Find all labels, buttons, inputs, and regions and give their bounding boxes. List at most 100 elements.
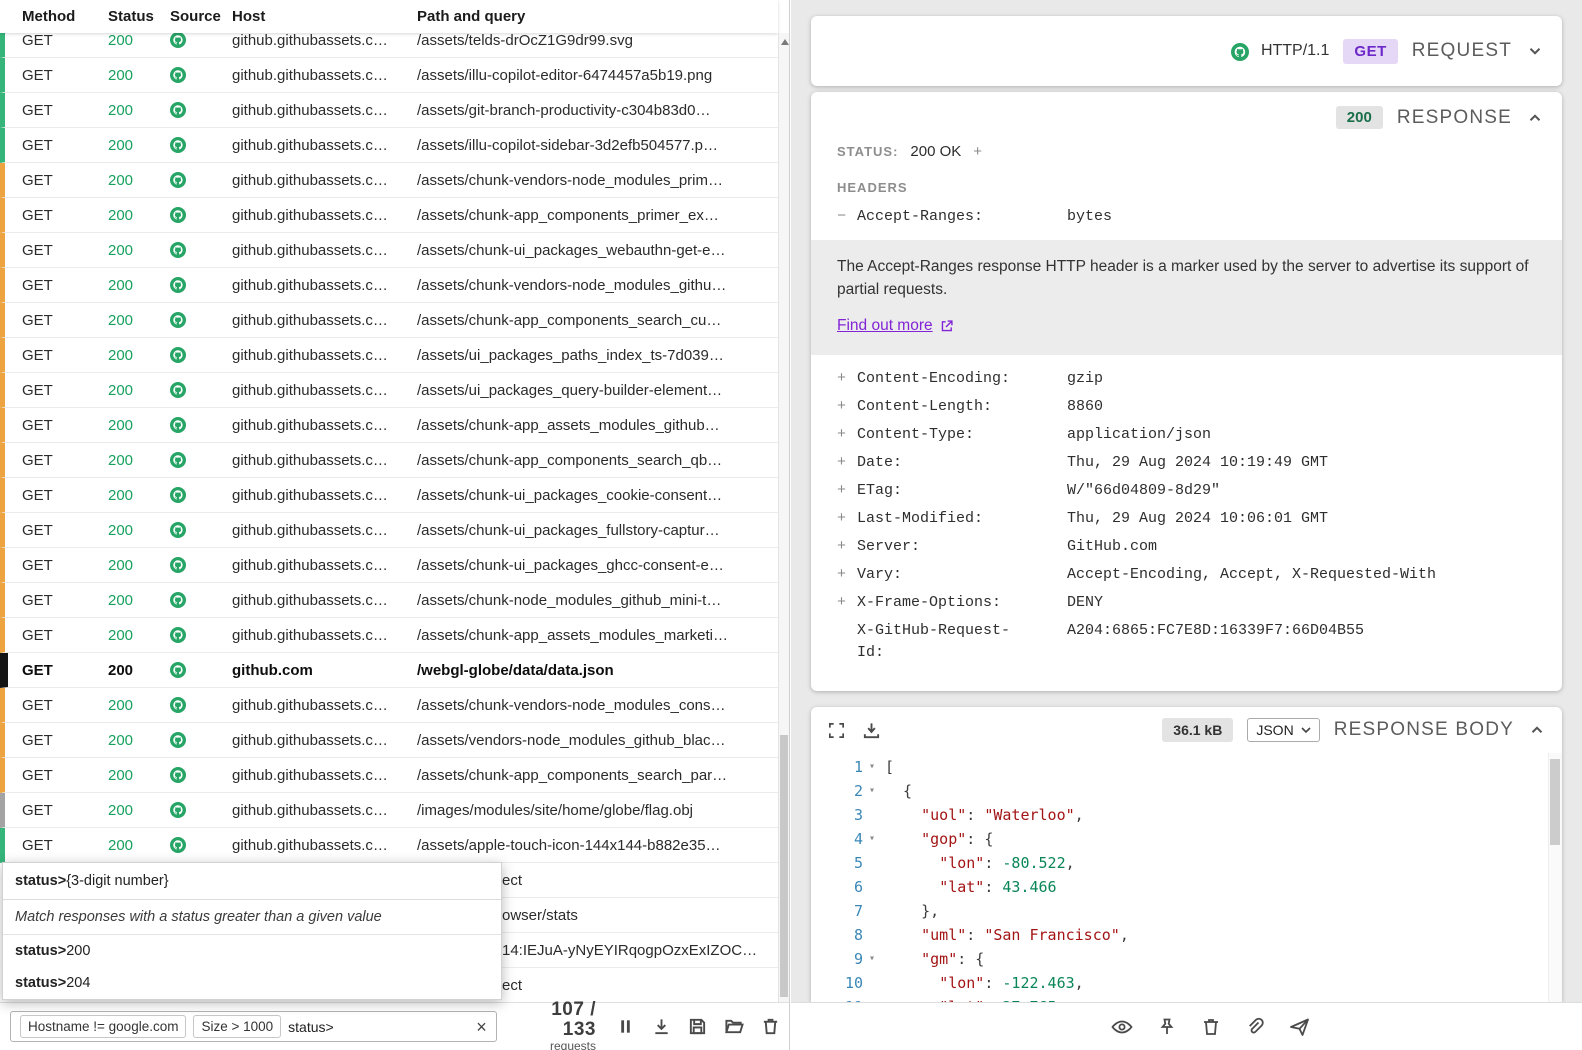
header-row[interactable]: + Content-Length: 8860 bbox=[811, 393, 1562, 421]
suggestion-template[interactable]: status>{3-digit number} bbox=[3, 863, 501, 900]
toolbar-icons bbox=[616, 1017, 780, 1036]
table-row[interactable]: GET 200 github.githubassets.c… /assets/chun… bbox=[0, 618, 778, 653]
scrollbar-thumb[interactable] bbox=[780, 735, 788, 997]
pin-icon[interactable] bbox=[1157, 1017, 1177, 1037]
table-row[interactable]: GET 200 github.githubassets.c… /assets/illu… bbox=[0, 128, 778, 163]
table-row[interactable]: GET 200 github.githubassets.c… /assets/chun… bbox=[0, 583, 778, 618]
table-row[interactable]: GET 200 github.githubassets.c… /images/modu… bbox=[0, 793, 778, 828]
header-row[interactable]: + X-Frame-Options: DENY bbox=[811, 589, 1562, 617]
row-host: github.githubassets.c… bbox=[232, 591, 388, 609]
header-toggle-icon[interactable]: + bbox=[837, 564, 857, 586]
row-method: GET bbox=[22, 766, 53, 784]
row-method: GET bbox=[22, 661, 53, 679]
chevron-up-icon[interactable] bbox=[1526, 109, 1544, 127]
attach-icon[interactable] bbox=[1245, 1017, 1265, 1037]
header-toggle-icon[interactable]: + bbox=[837, 452, 857, 474]
send-icon[interactable] bbox=[1289, 1017, 1310, 1037]
table-row[interactable]: GET 200 github.githubassets.c… /assets/illu… bbox=[0, 58, 778, 93]
header-row[interactable]: + Vary: Accept-Encoding, Accept, X-Request… bbox=[811, 561, 1562, 589]
table-row[interactable]: GET 200 github.githubassets.c… /assets/git-… bbox=[0, 93, 778, 128]
table-row[interactable]: GET 200 github.githubassets.c… /assets/chun… bbox=[0, 198, 778, 233]
table-row[interactable]: GET 200 github.githubassets.c… /assets/chun… bbox=[0, 478, 778, 513]
line-number[interactable]: 2 ▾ bbox=[811, 779, 885, 803]
response-card: 200 RESPONSE STATUS: 200 OK + HEADERS − A… bbox=[811, 92, 1562, 691]
delete-icon[interactable] bbox=[1201, 1017, 1221, 1037]
filter-chip[interactable]: Size > 1000 bbox=[193, 1015, 282, 1038]
chevron-down-icon[interactable] bbox=[1526, 42, 1544, 60]
line-number[interactable]: 9 ▾ bbox=[811, 947, 885, 971]
pause-icon[interactable] bbox=[616, 1017, 635, 1036]
table-row[interactable]: GET 200 github.githubassets.c… /assets/chun… bbox=[0, 163, 778, 198]
table-row[interactable]: GET 200 github.githubassets.c… /assets/vend… bbox=[0, 723, 778, 758]
header-row[interactable]: − Accept-Ranges: bytes bbox=[811, 203, 1562, 231]
table-row[interactable]: GET 200 github.com/webgl-globe/data/data.j… bbox=[0, 653, 778, 688]
header-toggle-icon[interactable]: + bbox=[837, 368, 857, 390]
table-row[interactable]: GET 200 github.githubassets.c… /assets/ui_p… bbox=[0, 338, 778, 373]
header-toggle-icon[interactable]: + bbox=[837, 424, 857, 446]
editor-scrollbar-thumb[interactable] bbox=[1550, 759, 1560, 845]
table-row[interactable]: GET 200 github.githubassets.c… /assets/chun… bbox=[0, 548, 778, 583]
header-row[interactable]: + Last-Modified: Thu, 29 Aug 2024 10:06:01… bbox=[811, 505, 1562, 533]
table-row[interactable]: GET 200 github.githubassets.c… /assets/chun… bbox=[0, 233, 778, 268]
header-toggle-icon[interactable]: − bbox=[837, 206, 857, 228]
table-row[interactable]: GET 200 github.githubassets.c… /assets/ui_p… bbox=[0, 373, 778, 408]
response-header[interactable]: 200 RESPONSE bbox=[811, 92, 1562, 139]
table-row[interactable]: GET 200 github.githubassets.c… /assets/chun… bbox=[0, 758, 778, 793]
header-toggle-icon[interactable]: + bbox=[837, 480, 857, 502]
code-line: "uol": "Waterloo", bbox=[921, 806, 1084, 824]
row-source-icon bbox=[170, 837, 232, 853]
table-row[interactable]: GET 200 github.githubassets.c… /assets/chun… bbox=[0, 513, 778, 548]
header-key: Content-Length: bbox=[857, 398, 993, 415]
header-row[interactable]: + Date: Thu, 29 Aug 2024 10:19:49 GMT bbox=[811, 449, 1562, 477]
line-number[interactable]: 1 ▾ bbox=[811, 755, 885, 779]
headers-label: HEADERS bbox=[837, 180, 908, 195]
code-line: "gop": { bbox=[921, 830, 994, 848]
header-row[interactable]: + ETag: W/"66d04809-8d29" bbox=[811, 477, 1562, 505]
suggestion-option[interactable]: status>204 bbox=[3, 967, 501, 999]
save-icon[interactable] bbox=[688, 1017, 707, 1036]
header-toggle-icon[interactable]: + bbox=[837, 396, 857, 418]
suggestion-option[interactable]: status>200 bbox=[3, 935, 501, 967]
download-icon[interactable] bbox=[862, 721, 881, 740]
row-status: 200 bbox=[108, 101, 134, 119]
header-toggle-icon[interactable]: + bbox=[837, 536, 857, 558]
format-select[interactable]: JSON bbox=[1247, 718, 1320, 742]
open-folder-icon[interactable] bbox=[724, 1017, 744, 1036]
editor-scrollbar[interactable] bbox=[1548, 753, 1562, 1002]
header-row[interactable]: + Content-Encoding: gzip bbox=[811, 365, 1562, 393]
request-card[interactable]: HTTP/1.1 GET REQUEST bbox=[811, 16, 1562, 86]
table-row[interactable]: GET 200 github.githubassets.c… /assets/chun… bbox=[0, 688, 778, 723]
row-path: /assets/vendors-node_modules_github_blac… bbox=[417, 731, 726, 749]
scroll-up-arrow[interactable] bbox=[781, 39, 789, 45]
delete-icon[interactable] bbox=[761, 1017, 780, 1036]
table-row[interactable]: GET 200 github.githubassets.c… /assets/chun… bbox=[0, 443, 778, 478]
find-out-more-link[interactable]: Find out more bbox=[837, 314, 954, 337]
table-row[interactable]: GET 200 github.githubassets.c… /assets/chun… bbox=[0, 408, 778, 443]
header-toggle-icon[interactable]: + bbox=[837, 508, 857, 530]
filter-input[interactable]: Hostname != google.com Size > 1000 status… bbox=[10, 1011, 497, 1042]
clear-filters-button[interactable]: × bbox=[476, 1018, 487, 1036]
code-line: "lat": 43.466 bbox=[939, 878, 1057, 896]
chevron-up-icon[interactable] bbox=[1528, 721, 1546, 739]
table-row[interactable]: GET 200 github.githubassets.c… /assets/chun… bbox=[0, 268, 778, 303]
header-key: X-Frame-Options: bbox=[857, 594, 1002, 611]
table-row[interactable]: GET 200 github.githubassets.c… /assets/appl… bbox=[0, 828, 778, 863]
table-scrollbar[interactable] bbox=[778, 33, 789, 1002]
header-toggle-icon[interactable] bbox=[837, 620, 857, 664]
row-path: /images/modules/site/home/globe/flag.obj bbox=[417, 801, 693, 819]
filter-chip[interactable]: Hostname != google.com bbox=[20, 1015, 187, 1038]
status-expand-icon[interactable]: + bbox=[973, 143, 982, 160]
header-toggle-icon[interactable]: + bbox=[837, 592, 857, 614]
row-status: 200 bbox=[108, 521, 134, 539]
view-eye-icon[interactable] bbox=[1111, 1017, 1133, 1037]
table-row[interactable]: GET 200 github.githubassets.c… /assets/chun… bbox=[0, 303, 778, 338]
fullscreen-icon[interactable] bbox=[827, 721, 846, 740]
header-value: Thu, 29 Aug 2024 10:06:01 GMT bbox=[1067, 510, 1329, 527]
header-row[interactable]: + Content-Type: application/json bbox=[811, 421, 1562, 449]
line-number: 11 bbox=[811, 995, 885, 1002]
line-number[interactable]: 4 ▾ bbox=[811, 827, 885, 851]
header-row[interactable]: X-GitHub-Request- Id: A204:6865:FC7E8D:16… bbox=[811, 617, 1562, 667]
import-icon[interactable] bbox=[652, 1017, 671, 1036]
header-row[interactable]: + Server: GitHub.com bbox=[811, 533, 1562, 561]
json-editor[interactable]: 1▾2▾34▾56789▾101112 [ { "uol": "Waterloo… bbox=[811, 753, 1562, 1002]
